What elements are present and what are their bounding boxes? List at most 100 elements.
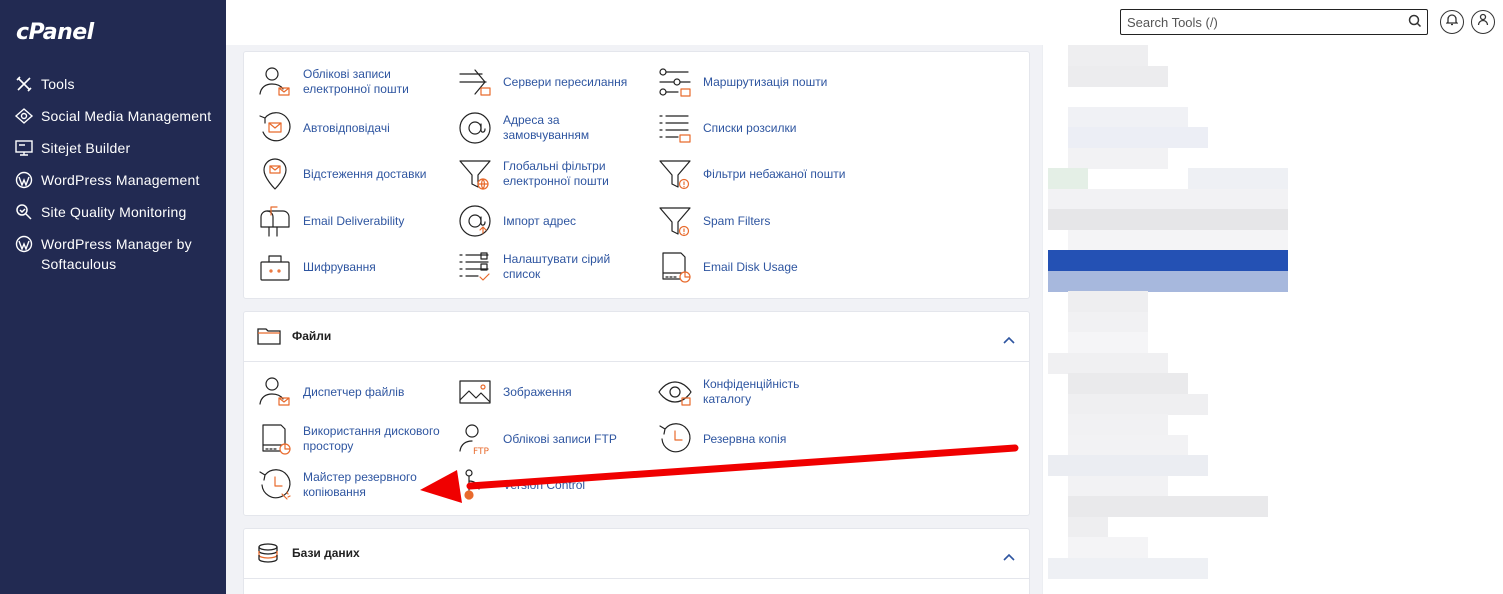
chevron-up-icon[interactable]: [1003, 548, 1015, 566]
tool-ftp-accounts[interactable]: FTP Облікові записи FTP: [457, 421, 617, 457]
social-media-icon: [14, 106, 34, 126]
blurred-block: [1068, 229, 1288, 251]
search-box[interactable]: [1120, 9, 1428, 35]
section-title: Бази даних: [292, 546, 360, 560]
tool-global-filters[interactable]: Глобальні фільтри електронної пошти: [457, 156, 648, 192]
tool-file-manager[interactable]: Диспетчер файлів: [257, 374, 404, 410]
files-section-header[interactable]: Файли: [244, 312, 1029, 362]
tool-encryption[interactable]: Шифрування: [257, 249, 376, 285]
global-filters-icon: [457, 156, 493, 192]
disk-usage-icon: [657, 249, 693, 285]
default-address-icon: [457, 110, 493, 146]
tool-label: Облікові записи FTP: [503, 431, 617, 446]
tool-email-accounts[interactable]: Облікові записи електронної пошти: [257, 64, 448, 100]
version-control-icon: [457, 467, 493, 503]
sidebar-item-label: WordPress Management: [41, 172, 200, 188]
sidebar-item-label: Sitejet Builder: [41, 140, 131, 156]
blurred-block: [1068, 496, 1268, 517]
sidebar-item-label: Site Quality Monitoring: [41, 204, 187, 220]
search-input[interactable]: [1127, 13, 1397, 31]
tool-disk-usage[interactable]: Використання дискового простору: [257, 421, 448, 457]
tool-label: Фільтри небажаної пошти: [703, 166, 846, 181]
tool-label: Spam Filters: [703, 213, 771, 228]
user-icon: [1477, 13, 1489, 31]
tool-disk-usage[interactable]: Email Disk Usage: [657, 249, 798, 285]
track-delivery-icon: [257, 156, 293, 192]
sidebar-item-sitejet[interactable]: Sitejet Builder: [14, 134, 219, 162]
tool-label: Облікові записи електронної пошти: [303, 67, 409, 96]
sidebar-item-tools[interactable]: Tools: [14, 70, 219, 98]
chevron-up-icon[interactable]: [1003, 331, 1015, 349]
blurred-block: [1068, 106, 1188, 128]
databases-section-header[interactable]: Бази даних: [244, 529, 1029, 579]
folder-icon: [257, 326, 281, 351]
blurred-block: [1048, 352, 1168, 374]
tool-label: Диспетчер файлів: [303, 384, 405, 399]
tool-backup-wizard[interactable]: Майстер резервного копіювання: [257, 467, 448, 503]
tool-label: Version Control: [503, 477, 586, 492]
blurred-block: [1068, 516, 1108, 538]
main-content: Облікові записи електронної пошти Сервери…: [226, 45, 1042, 594]
tool-track-delivery[interactable]: Відстеження доставки: [257, 156, 426, 192]
search-icon[interactable]: [1408, 14, 1422, 33]
greylisting-icon: [457, 249, 493, 285]
blurred-block: [1068, 537, 1148, 558]
mailing-lists-icon: [657, 110, 693, 146]
blurred-block: [1048, 557, 1208, 579]
tool-autoresponders[interactable]: Автовідповідачі: [257, 110, 390, 146]
tool-greylisting[interactable]: Налаштувати сірий список: [457, 249, 648, 285]
tool-images[interactable]: Зображення: [457, 374, 572, 410]
sidebar-item-wordpress-management[interactable]: WordPress Management: [14, 166, 219, 194]
tool-forwarders[interactable]: Сервери пересилання: [457, 64, 627, 100]
tool-version-control[interactable]: Version Control: [457, 467, 585, 503]
tool-spam-filters[interactable]: Фільтри небажаної пошти: [657, 156, 845, 192]
tool-label: Зображення: [503, 384, 572, 399]
blurred-block: [1048, 250, 1288, 271]
tool-mailing-lists[interactable]: Списки розсилки: [657, 110, 796, 146]
tool-mailbox[interactable]: Email Deliverability: [257, 203, 404, 239]
blurred-block: [1068, 147, 1168, 169]
tool-directory-privacy[interactable]: Конфіденційність каталогу: [657, 374, 848, 410]
blurred-block: [1068, 332, 1148, 353]
tool-backup[interactable]: Резервна копія: [657, 421, 786, 457]
sidebar-item-site-quality[interactable]: Site Quality Monitoring: [14, 198, 219, 226]
import-addresses-icon: [457, 203, 493, 239]
email-accounts-icon: [257, 64, 293, 100]
sidebar-item-label: Tools: [41, 76, 75, 92]
files-section-card: Файли Диспетчер файлів Зображення Конфіден…: [243, 311, 1030, 516]
sidebar-item-wordpress-softaculous[interactable]: WordPress Manager by Softaculous: [14, 230, 219, 278]
blurred-block: [1068, 65, 1168, 87]
sidebar: cPanel Tools Social Media Management Sit…: [0, 0, 226, 594]
cpanel-logo[interactable]: cPanel: [16, 20, 94, 45]
tool-label: Налаштувати сірий список: [503, 252, 611, 281]
tool-label: Списки розсилки: [703, 120, 797, 135]
blurred-block: [1068, 291, 1148, 312]
notifications-button[interactable]: [1440, 10, 1464, 34]
section-title: Файли: [292, 329, 332, 343]
disk-usage-icon: [257, 421, 293, 457]
forwarders-icon: [457, 64, 493, 100]
tool-label: Резервна копія: [703, 431, 787, 446]
tool-label: Глобальні фільтри електронної пошти: [503, 159, 609, 188]
sidebar-item-social-media[interactable]: Social Media Management: [14, 102, 219, 130]
sidebar-item-label: WordPress Manager by Softaculous: [41, 236, 192, 272]
blurred-block: [1048, 209, 1288, 230]
tool-email-routing[interactable]: Маршрутизація пошти: [657, 64, 827, 100]
spam-filters-icon: [657, 156, 693, 192]
file-manager-icon: [257, 374, 293, 410]
tool-label: Шифрування: [303, 259, 376, 274]
tool-default-address[interactable]: Адреса за замовчуванням: [457, 110, 648, 146]
bell-icon: [1445, 13, 1459, 31]
blurred-block: [1068, 45, 1148, 66]
directory-privacy-icon: [657, 374, 693, 410]
tool-spam-filters[interactable]: Spam Filters: [657, 203, 770, 239]
blurred-block: [1068, 434, 1188, 456]
blurred-block: [1048, 270, 1288, 292]
sitejet-icon: [14, 138, 34, 158]
tool-import-addresses[interactable]: Імпорт адрес: [457, 203, 576, 239]
blurred-block: [1188, 168, 1288, 189]
user-menu-button[interactable]: [1471, 10, 1495, 34]
stats-panel-blurred: [1042, 45, 1503, 594]
tool-label: Майстер резервного копіювання: [303, 470, 417, 499]
site-quality-icon: [14, 202, 34, 222]
